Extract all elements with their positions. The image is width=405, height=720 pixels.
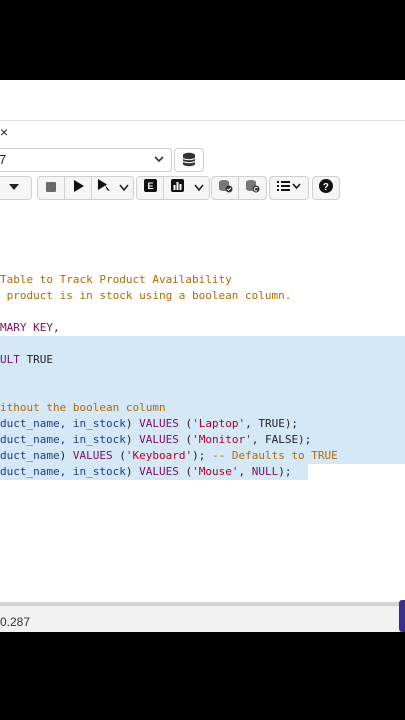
code-token: ) [125, 433, 140, 446]
transaction-group [211, 176, 267, 200]
code-token: VALUES [72, 449, 113, 462]
code-token: ); [278, 465, 292, 478]
code-line: Table to Track Product Availability [0, 272, 232, 288]
explain-dropdown-button[interactable] [190, 177, 208, 199]
database-button[interactable] [174, 148, 204, 172]
chevron-down-icon [9, 179, 19, 197]
help-group: ? [312, 176, 340, 200]
code-token: ( [178, 417, 193, 430]
execute-options-button[interactable] [92, 177, 116, 199]
code-line: duct_name, in_stock) VALUES ('Monitor', … [0, 432, 311, 448]
commit-button[interactable] [212, 177, 238, 199]
execute-group [37, 176, 134, 200]
toolbar-dropdown-button[interactable] [0, 177, 31, 199]
query-toolbar: E ? [0, 174, 405, 205]
code-token: duct_name [0, 449, 60, 462]
chevron-down-icon [194, 179, 204, 197]
code-token: -- Defaults to TRUE [211, 449, 338, 462]
query-tool-window: × 7 E ? Table to Track Product Availabil… [0, 80, 405, 632]
code-token: , FALSE); [251, 433, 312, 446]
code-token: NULL [251, 465, 279, 478]
code-token: ) [59, 449, 73, 462]
execute-dropdown-button[interactable] [116, 177, 132, 199]
play-cursor-icon [97, 179, 111, 197]
code-token: duct_name, in_stock [0, 433, 126, 446]
stop-button[interactable] [38, 177, 64, 199]
code-line: duct_name) VALUES ('Keyboard'); -- Defau… [0, 448, 338, 464]
explain-group: E [136, 176, 210, 200]
code-token: ); [192, 449, 212, 462]
code-token: ) [125, 417, 140, 430]
code-line: MARY KEY, [0, 320, 60, 336]
scroll-indicator[interactable] [399, 600, 405, 632]
chevron-down-icon [153, 151, 165, 170]
database-icon [182, 152, 196, 173]
code-token: ( [112, 449, 126, 462]
macros-button[interactable] [270, 177, 308, 199]
code-token: VALUES [139, 433, 179, 446]
code-token: , [238, 465, 252, 478]
explain-button[interactable]: E [137, 177, 163, 199]
help-icon: ? [319, 178, 333, 198]
code-token: VALUES [139, 417, 179, 430]
code-line: duct_name, in_stock) VALUES ('Mouse', NU… [0, 464, 291, 480]
sql-editor[interactable]: Table to Track Product Availability prod… [0, 226, 405, 600]
close-icon[interactable]: × [0, 124, 8, 140]
code-line: ithout the boolean column [0, 400, 166, 416]
code-token: duct_name, in_stock [0, 417, 126, 430]
chart-icon [170, 179, 184, 197]
status-text: 0.287 [0, 615, 31, 629]
code-token: duct_name, in_stock [0, 465, 126, 478]
code-token: ithout the boolean column [0, 401, 166, 414]
code-token: 'Monitor' [192, 433, 252, 446]
help-button[interactable]: ? [313, 177, 339, 199]
macros-group [269, 176, 309, 200]
connection-row: 7 [0, 146, 405, 174]
rollback-icon [245, 179, 260, 198]
connection-select[interactable]: 7 [0, 148, 172, 172]
rollback-button[interactable] [239, 177, 265, 199]
play-icon [73, 179, 84, 197]
code-token: Table to Track Product Availability [0, 273, 232, 286]
code-line: duct_name, in_stock) VALUES ('Laptop', T… [0, 416, 298, 432]
code-line: product is in stock using a boolean colu… [0, 288, 292, 304]
code-token: TRUE [19, 353, 53, 366]
status-bar: 0.287 [0, 602, 405, 632]
explain-icon: E [143, 179, 157, 197]
code-token: product is in stock using a boolean colu… [0, 289, 292, 302]
stop-icon [46, 179, 56, 197]
editor-tab-strip [0, 204, 405, 227]
execute-button[interactable] [65, 177, 91, 199]
code-token: 'Mouse' [192, 465, 239, 478]
svg-text:E: E [147, 181, 153, 191]
chevron-down-icon [119, 179, 129, 197]
code-token: ( [178, 433, 193, 446]
commit-icon [218, 179, 233, 198]
code-token: 'Keyboard' [125, 449, 193, 462]
code-token: , [52, 321, 60, 334]
toolbar-menu-group [0, 176, 32, 200]
code-token: ) [125, 465, 140, 478]
query-tab-bar: × [0, 120, 405, 148]
code-token: VALUES [139, 465, 179, 478]
code-token: ( [178, 465, 193, 478]
explain-analyze-button[interactable] [164, 177, 190, 199]
svg-text:?: ? [323, 182, 329, 193]
code-token: MARY KEY [0, 321, 53, 334]
code-token: ULT [0, 353, 20, 366]
connection-value: 7 [0, 152, 7, 167]
code-token: , TRUE); [245, 417, 299, 430]
list-icon [277, 179, 301, 197]
code-token: 'Laptop' [192, 417, 246, 430]
code-line: ULT TRUE [0, 352, 53, 368]
